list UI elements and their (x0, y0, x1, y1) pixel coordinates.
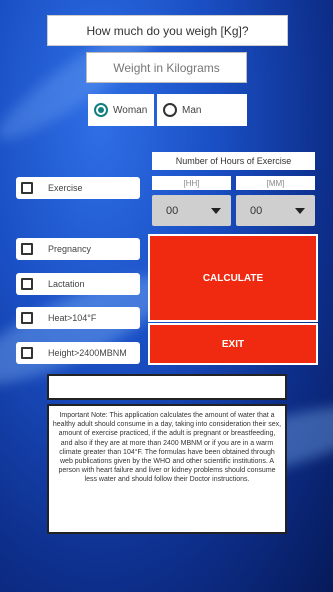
minutes-placeholder: [MM] (236, 176, 315, 190)
radio-checked-icon (94, 103, 108, 117)
woman-label: Woman (113, 104, 148, 116)
checkbox-icon (21, 312, 33, 324)
hours-value: 00 (166, 204, 179, 217)
exercise-checkbox[interactable]: Exercise (16, 177, 140, 199)
exercise-hours-label: Number of Hours of Exercise (152, 152, 315, 170)
calculate-button[interactable]: CALCULATE (148, 234, 318, 322)
pregnancy-checkbox[interactable]: Pregnancy (16, 238, 140, 260)
exercise-label: Exercise (48, 183, 83, 193)
important-note: Important Note: This application calcula… (47, 404, 287, 534)
man-radio-option[interactable]: Man (157, 94, 247, 126)
checkbox-icon (21, 278, 33, 290)
man-label: Man (182, 104, 202, 116)
chevron-down-icon (295, 207, 305, 214)
heat-label: Heat>104°F (48, 313, 97, 323)
weight-input[interactable]: Weight in Kilograms (86, 52, 247, 83)
checkbox-icon (21, 182, 33, 194)
lactation-checkbox[interactable]: Lactation (16, 273, 140, 295)
height-label: Height>2400MBNM (48, 348, 127, 358)
weight-question-title: How much do you weigh [Kg]? (47, 15, 288, 46)
minutes-value: 00 (250, 204, 263, 217)
hours-dropdown[interactable]: 00 (152, 195, 231, 226)
hours-placeholder: [HH] (152, 176, 231, 190)
woman-radio-option[interactable]: Woman (88, 94, 154, 126)
result-display (47, 374, 287, 400)
lactation-label: Lactation (48, 279, 85, 289)
heat-checkbox[interactable]: Heat>104°F (16, 307, 140, 329)
pregnancy-label: Pregnancy (48, 244, 92, 254)
checkbox-icon (21, 243, 33, 255)
minutes-dropdown[interactable]: 00 (236, 195, 315, 226)
exit-button[interactable]: EXIT (148, 323, 318, 365)
checkbox-icon (21, 347, 33, 359)
height-checkbox[interactable]: Height>2400MBNM (16, 342, 140, 364)
radio-unchecked-icon (163, 103, 177, 117)
chevron-down-icon (211, 207, 221, 214)
